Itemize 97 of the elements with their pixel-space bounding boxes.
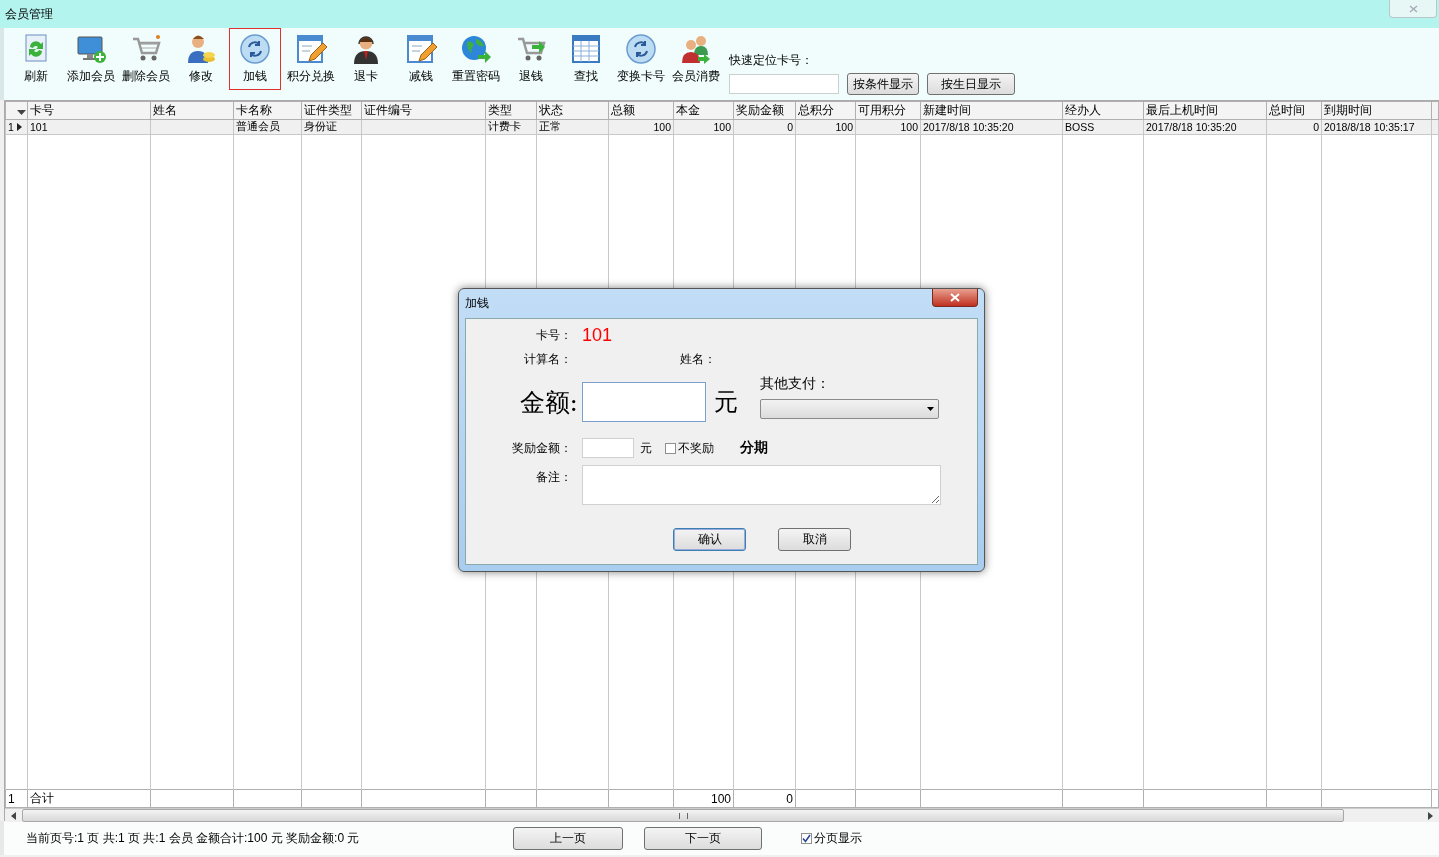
column-header[interactable]: 新建时间 xyxy=(920,101,1063,120)
table-cell: 2018/8/18 10:35:17 xyxy=(1324,121,1415,133)
table-cell: 身份证 xyxy=(304,120,337,132)
confirm-button[interactable]: 确认 xyxy=(673,528,746,551)
column-header[interactable]: 卡名称 xyxy=(233,101,302,120)
column-header[interactable]: 总时间 xyxy=(1266,101,1322,120)
cancel-button[interactable]: 取消 xyxy=(778,528,851,551)
no-bonus-label: 不奖励 xyxy=(678,439,714,457)
total-cell: 100 xyxy=(710,791,731,806)
column-header[interactable]: 到期时间 xyxy=(1321,101,1432,120)
toolbar-button[interactable]: 刷新 xyxy=(8,28,63,90)
scroll-right-icon xyxy=(1428,811,1433,820)
globe-arrow-icon xyxy=(459,33,492,65)
table-cell: 100 xyxy=(653,121,671,133)
row-number: 1 xyxy=(8,791,15,806)
form-pencil-icon xyxy=(404,33,437,65)
toolbar-button[interactable]: 减钱 xyxy=(393,28,448,90)
column-header[interactable]: 姓名 xyxy=(150,101,234,120)
other-payment-dropdown[interactable] xyxy=(760,399,939,419)
column-header[interactable]: 证件编号 xyxy=(361,101,486,120)
amount-label: 金额: xyxy=(518,386,578,419)
next-page-button[interactable]: 下一页 xyxy=(644,826,762,850)
card-number-label: 卡号： xyxy=(535,326,572,344)
no-bonus-checkbox[interactable] xyxy=(665,442,676,454)
quick-locate-label: 快速定位卡号： xyxy=(729,52,814,69)
column-header[interactable]: 奖励金额 xyxy=(733,101,796,120)
bonus-amount-field[interactable] xyxy=(582,438,634,458)
table-cell: 101 xyxy=(30,121,48,133)
monitor-plus-icon xyxy=(74,33,107,65)
paging-checkbox[interactable] xyxy=(801,832,812,844)
card-number-field[interactable] xyxy=(729,74,839,94)
table-grid-icon xyxy=(569,33,602,65)
people-arrow-icon xyxy=(679,33,712,65)
table-cell: 0 xyxy=(1313,121,1319,133)
table-cell: 0 xyxy=(787,121,793,133)
paging-label: 分页显示 xyxy=(814,829,862,847)
total-cell: 0 xyxy=(786,791,793,806)
column-header[interactable] xyxy=(5,101,28,120)
bonus-amount-label: 奖励金额： xyxy=(511,439,572,457)
table-cell: BOSS xyxy=(1065,121,1095,133)
note-field[interactable] xyxy=(582,465,941,505)
column-header[interactable]: 最后上机时间 xyxy=(1143,101,1267,120)
window-title: 会员管理 xyxy=(5,5,53,23)
form-pencil-icon xyxy=(294,33,327,65)
scroll-left-icon xyxy=(11,811,16,820)
previous-page-button[interactable]: 上一页 xyxy=(513,826,623,850)
toolbar-button[interactable]: 加钱 xyxy=(229,28,281,90)
toolbar-button[interactable]: 退钱 xyxy=(503,28,558,90)
toolbar-button[interactable]: 变换卡号 xyxy=(613,28,668,90)
filter-button[interactable]: 按生日显示 xyxy=(927,73,1015,95)
name-label: 姓名： xyxy=(679,350,716,368)
dialog-title: 加钱 xyxy=(465,295,489,312)
toolbar-button[interactable]: 删除会员 xyxy=(118,28,173,90)
circular-arrows-icon xyxy=(624,33,657,65)
row-number: 1 xyxy=(8,121,14,133)
filter-button[interactable]: 按条件显示 xyxy=(847,73,919,95)
toolbar-button[interactable]: 重置密码 xyxy=(448,28,503,90)
column-header[interactable]: 证件类型 xyxy=(301,101,362,120)
toolbar-button[interactable]: 添加会员 xyxy=(63,28,118,90)
note-label: 备注： xyxy=(535,469,572,486)
close-icon xyxy=(950,293,960,302)
table-cell: 100 xyxy=(713,121,731,133)
circular-arrows-icon xyxy=(239,33,271,65)
table-cell: 2017/8/18 10:35:20 xyxy=(1146,121,1237,133)
table-cell: 2017/8/18 10:35:20 xyxy=(923,121,1014,133)
column-header[interactable]: 状态 xyxy=(536,101,609,120)
total-cell: 合计 xyxy=(30,791,54,805)
column-header[interactable]: 可用积分 xyxy=(855,101,921,120)
dropdown-arrow-icon xyxy=(927,407,934,411)
dropdown-arrow-icon xyxy=(17,109,26,115)
close-icon xyxy=(1408,4,1418,13)
toolbar-button[interactable]: 积分兑换 xyxy=(283,28,338,90)
column-header[interactable]: 类型 xyxy=(485,101,537,120)
toolbar-button[interactable]: 修改 xyxy=(173,28,228,90)
bonus-unit: 元 xyxy=(640,439,652,457)
installment-label: 分期 xyxy=(740,439,768,457)
table-cell: 计费卡 xyxy=(488,120,521,132)
toolbar-button[interactable]: 会员消费 xyxy=(668,28,723,90)
column-header[interactable]: 卡号 xyxy=(27,101,151,120)
toolbar-button[interactable]: 查找 xyxy=(558,28,613,90)
account-name-label: 计算名： xyxy=(523,350,572,368)
column-header[interactable]: 总积分 xyxy=(795,101,856,120)
amount-field[interactable] xyxy=(582,382,706,422)
table-cell: 正常 xyxy=(539,120,561,132)
table-cell: 100 xyxy=(835,121,853,133)
horizontal-scrollbar[interactable] xyxy=(5,808,1439,822)
page-summary: 当前页号:1 页 共:1 页 共:1 会员 金额合计:100 元 奖励金额:0 元 xyxy=(26,829,361,847)
column-header[interactable]: 经办人 xyxy=(1062,101,1144,120)
column-header[interactable]: 总额 xyxy=(608,101,674,120)
card-number-value: 101 xyxy=(582,324,613,346)
amount-unit: 元 xyxy=(714,387,738,418)
table-cell: 100 xyxy=(900,121,918,133)
column-header[interactable]: 本金 xyxy=(673,101,734,120)
table-cell: 普通会员 xyxy=(236,120,280,132)
toolbar-button[interactable]: 退卡 xyxy=(338,28,393,90)
other-payment-label: 其他支付： xyxy=(760,375,831,393)
close-button[interactable] xyxy=(932,289,978,307)
